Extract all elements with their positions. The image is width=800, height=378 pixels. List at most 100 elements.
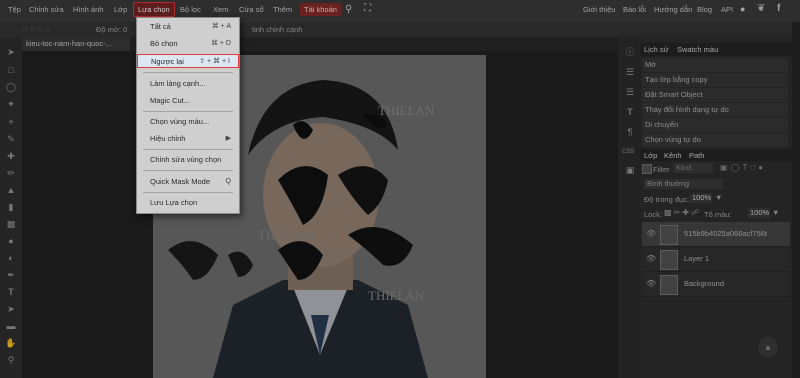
menu-item-label: Magic Cut... <box>150 96 191 105</box>
history-item[interactable]: Tạo lớp bằng copy <box>642 73 788 87</box>
brush-tool-icon[interactable]: ✏ <box>5 168 17 178</box>
layer-thumbnail <box>660 225 678 245</box>
properties-icon[interactable]: ☰ <box>624 67 636 77</box>
history-item[interactable]: Chọn vùng tự do <box>642 133 788 147</box>
adjustments-icon[interactable]: ☰ <box>624 87 636 97</box>
shape-tool-icon[interactable]: ▬ <box>5 321 17 331</box>
tab-layers[interactable]: Lớp <box>644 151 657 160</box>
facebook-icon[interactable]: f <box>777 3 780 14</box>
lasso-tool-icon[interactable]: ◯ <box>5 82 17 92</box>
account-button[interactable]: Tài khoản <box>300 3 341 16</box>
menu-item-select-all[interactable]: Tất cả ⌘ + A <box>137 20 239 34</box>
eraser-tool-icon[interactable]: ▮ <box>5 202 17 212</box>
twitter-icon[interactable]: ❦ <box>757 3 765 14</box>
history-item[interactable]: Di chuyển <box>642 118 788 132</box>
menu-separator <box>143 111 233 112</box>
refine-edge-button[interactable]: tinh chỉnh cạnh <box>252 25 302 34</box>
fill-dropdown-icon[interactable]: ▼ <box>772 208 779 217</box>
menu-item-deselect[interactable]: Bỏ chọn ⌘ + D <box>137 37 239 51</box>
clone-stamp-tool-icon[interactable]: ▲ <box>5 185 17 195</box>
menu-item-inverse[interactable]: Ngược lại ⇧ + ⌘ + I <box>137 54 239 68</box>
filter-checkbox[interactable] <box>642 164 652 174</box>
fill-input[interactable]: 100% <box>748 208 770 218</box>
fullscreen-icon[interactable]: ⛶ <box>364 3 371 14</box>
crop-tool-icon[interactable]: ⌖ <box>5 117 17 127</box>
paragraph-icon[interactable]: ¶ <box>624 127 636 137</box>
menu-select[interactable]: Lựa chọn <box>133 2 175 17</box>
eyedropper-tool-icon[interactable]: ✎ <box>5 134 17 144</box>
link-about[interactable]: Giới thiệu <box>583 5 615 14</box>
gradient-tool-icon[interactable]: ▩ <box>5 219 17 229</box>
path-select-tool-icon[interactable]: ➤ <box>5 304 17 314</box>
scroll-top-icon[interactable]: ▲ <box>758 337 778 357</box>
menu-item-smooth-edges[interactable]: Làm láng cạnh... <box>137 77 239 91</box>
pen-tool-icon[interactable]: ✒ <box>5 270 17 280</box>
history-item[interactable]: Đặt Smart Object <box>642 88 788 102</box>
layer-name: Background <box>684 279 725 288</box>
menu-filter[interactable]: Bộ lọc <box>180 5 201 14</box>
menu-item-label: Ngược lại <box>151 57 184 66</box>
opacity-dropdown-icon[interactable]: ▼ <box>715 193 722 202</box>
type-tool-icon[interactable]: T <box>5 287 17 297</box>
layer-row[interactable]: 👁 515b9b4025a066acf756t <box>642 222 790 247</box>
blur-tool-icon[interactable]: ● <box>5 236 17 246</box>
submenu-arrow-icon: ▶ <box>225 135 231 142</box>
character-icon[interactable]: T <box>624 107 636 117</box>
css-icon[interactable]: CSS <box>622 147 634 157</box>
menu-layer[interactable]: Lớp <box>114 5 127 14</box>
layer-name: 515b9b4025a066acf756t <box>684 229 767 238</box>
tab-history[interactable]: Lịch sử <box>644 45 669 54</box>
tab-paths[interactable]: Path <box>689 151 704 160</box>
healing-tool-icon[interactable]: ✚ <box>5 151 17 161</box>
zoom-tool-icon[interactable]: ⚲ <box>5 355 17 365</box>
menu-more[interactable]: Thêm <box>273 5 292 14</box>
link-report-bug[interactable]: Báo lỗi <box>623 5 646 14</box>
history-item[interactable]: Mở <box>642 58 788 72</box>
layer-row[interactable]: 👁 Background <box>642 272 790 297</box>
menu-shortcut: ⌘ + A <box>211 23 231 30</box>
blend-mode-select[interactable]: Bình thường <box>644 179 722 189</box>
menu-item-quick-mask[interactable]: Quick Mask Mode Q <box>137 175 239 189</box>
magic-wand-tool-icon[interactable]: ✦ <box>5 99 17 109</box>
reddit-icon[interactable]: ● <box>740 4 745 14</box>
layer-row[interactable]: 👁 Layer 1 <box>642 247 790 272</box>
move-tool-icon[interactable]: ➤ <box>5 47 17 57</box>
opacity-label: Độ trong đục: <box>644 195 690 204</box>
link-api[interactable]: API <box>721 5 733 14</box>
filter-type-icons[interactable]: ▣◯T□● <box>720 163 766 172</box>
dodge-tool-icon[interactable]: ◐ <box>5 253 17 263</box>
menu-window[interactable]: Cửa sổ <box>239 5 264 14</box>
history-tabs: Lịch sử Swatch màu <box>640 43 792 56</box>
lock-icons[interactable]: ▩✏✚☍ <box>664 208 701 217</box>
tab-channels[interactable]: Kênh <box>664 151 682 160</box>
hand-tool-icon[interactable]: ✋ <box>5 338 17 348</box>
link-blog[interactable]: Blog <box>697 5 712 14</box>
marquee-tool-icon[interactable]: □ <box>5 65 17 75</box>
visibility-eye-icon[interactable]: 👁 <box>646 229 656 238</box>
menu-item-label: Lưu Lựa chọn <box>150 198 198 207</box>
filter-kind-select[interactable]: Kind <box>673 163 713 173</box>
menu-item-save-selection[interactable]: Lưu Lựa chọn <box>137 196 239 210</box>
menu-item-color-range[interactable]: Chọn vùng màu... <box>137 115 239 129</box>
visibility-eye-icon[interactable]: 👁 <box>646 279 656 288</box>
menu-item-magic-cut[interactable]: Magic Cut... <box>137 94 239 108</box>
watermark-text: THIELAN <box>378 103 435 118</box>
visibility-eye-icon[interactable]: 👁 <box>646 254 656 263</box>
opacity-input[interactable]: 100% <box>690 193 712 203</box>
lasso-mode-icon[interactable]: ◌ ◌ ◌ ◌ <box>22 24 51 34</box>
link-guide[interactable]: Hướng dẫn <box>654 5 692 14</box>
page-scrollbar[interactable] <box>792 22 800 378</box>
history-item[interactable]: Thay đổi hình dạng tự do <box>642 103 788 117</box>
search-icon[interactable]: ⚲ <box>345 4 352 15</box>
menu-image[interactable]: Hình ảnh <box>73 5 103 14</box>
info-icon[interactable]: ⓘ <box>624 47 636 57</box>
menu-edit[interactable]: Chỉnh sửa <box>29 5 64 14</box>
menu-view[interactable]: Xem <box>213 5 228 14</box>
menu-item-transform-selection[interactable]: Chỉnh sửa vùng chọn <box>137 153 239 167</box>
menu-file[interactable]: Tệp <box>8 5 21 14</box>
document-tab[interactable]: kieu-toc-nam-han-quoc-... <box>22 37 130 51</box>
menu-item-modify[interactable]: Hiệu chỉnh ▶ <box>137 132 239 146</box>
image-icon[interactable]: ▣ <box>624 165 636 175</box>
tab-swatches[interactable]: Swatch màu <box>677 45 718 54</box>
lock-label: Lock: <box>644 210 662 219</box>
